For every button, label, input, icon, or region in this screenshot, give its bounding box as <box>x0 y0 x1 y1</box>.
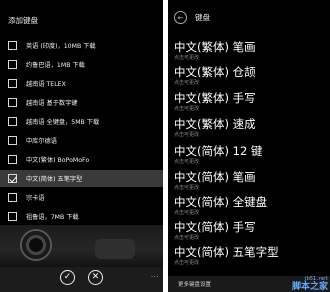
keyboard-subtitle: 点击可更改 <box>174 235 200 241</box>
keyboard-name: 中文(简体) 全键盘 <box>174 195 268 209</box>
keyboards-screen: ← 键盘 中文(繁体) 笔画 点击可更改 中文(繁体) 仓颉 点击可更改 中文(… <box>168 0 330 292</box>
checkmark-icon: ✓ <box>63 272 72 282</box>
checkbox[interactable] <box>8 60 17 69</box>
keyboard-option-label: 约鲁巴语，1MB 下载 <box>26 62 85 69</box>
checkbox[interactable] <box>8 41 17 50</box>
keyboard-list-item[interactable]: 中文(简体) 笔画 点击可更改 <box>174 170 324 192</box>
keyboard-list-item[interactable]: 中文(简体) 五笔字型 点击可更改 <box>174 245 324 267</box>
keyboard-list-item[interactable]: 中文(简体) 12 键 点击可更改 <box>174 144 324 166</box>
keyboard-name: 中文(简体) 12 键 <box>174 144 263 158</box>
camera-lens-image <box>20 229 52 261</box>
checkbox[interactable] <box>8 98 17 107</box>
keyboard-subtitle: 点击可更改 <box>174 55 200 61</box>
more-keyboard-settings-link[interactable]: 更多键盘设置 <box>178 280 211 288</box>
header: ← 键盘 <box>168 10 330 28</box>
keyboard-name: 中文(简体) 五笔字型 <box>174 245 279 259</box>
keyboard-option[interactable]: 越南语 全键盘，5MB 下载 <box>0 113 163 130</box>
keyboard-option-label: 英语 (印度)，10MB 下载 <box>26 43 96 50</box>
add-keyboard-screen: 添加键盘 英语 (印度)，10MB 下载 约鲁巴语，1MB 下载 越南语 TEL… <box>0 0 163 292</box>
keyboard-name: 中文(繁体) 速成 <box>174 117 256 131</box>
keyboard-subtitle: 点击可更改 <box>174 80 200 86</box>
keyboard-option-selected[interactable]: 中文(简体) 五笔字型 <box>0 170 163 187</box>
keyboard-option-label: 越南语 基于数字键 <box>26 100 78 107</box>
keyboard-name: 中文(简体) 手写 <box>174 220 256 234</box>
keyboard-option-label: 宗卡语 <box>26 195 45 202</box>
checkbox[interactable] <box>8 136 17 145</box>
camera-body-image <box>95 239 135 259</box>
keyboard-subtitle: 点击可更改 <box>174 185 200 191</box>
checkbox[interactable] <box>8 117 17 126</box>
keyboard-subtitle: 点击可更改 <box>174 106 200 112</box>
keyboard-option[interactable]: 中文(繁体) BoPoMoFo <box>0 151 163 168</box>
keyboard-name: 中文(繁体) 笔画 <box>174 40 256 54</box>
checkbox[interactable] <box>8 212 17 221</box>
keyboard-option[interactable]: 越南语 基于数字键 <box>0 94 163 111</box>
keyboard-list-item[interactable]: 中文(繁体) 笔画 点击可更改 <box>174 40 324 62</box>
watermark: jb51.net 脚本之家 <box>292 276 328 292</box>
keyboard-option-label: 中文(繁体) BoPoMoFo <box>26 157 90 164</box>
keyboard-list-item[interactable]: 中文(简体) 全键盘 点击可更改 <box>174 195 324 217</box>
background-photo <box>0 225 163 267</box>
keyboard-subtitle: 点击可更改 <box>174 210 200 216</box>
keyboard-option[interactable]: 祖鲁语，7MB 下载 <box>0 208 163 225</box>
keyboard-subtitle: 点击可更改 <box>174 132 200 138</box>
keyboard-list-item[interactable]: 中文(繁体) 手写 点击可更改 <box>174 91 324 113</box>
keyboard-option[interactable]: 约鲁巴语，1MB 下载 <box>0 56 163 73</box>
back-button[interactable]: ← <box>174 11 187 24</box>
page-title: 添加键盘 <box>8 16 38 25</box>
keyboard-name: 中文(简体) 笔画 <box>174 170 256 184</box>
checkbox[interactable] <box>8 79 17 88</box>
watermark-name: 脚本之家 <box>291 282 328 292</box>
page-title: 键盘 <box>195 13 210 22</box>
checkbox[interactable] <box>8 193 17 202</box>
keyboard-name: 中文(繁体) 仓颉 <box>174 65 256 79</box>
keyboard-subtitle: 点击可更改 <box>174 260 200 266</box>
keyboard-list-item[interactable]: 中文(简体) 手写 点击可更改 <box>174 220 324 242</box>
keyboard-name: 中文(繁体) 手写 <box>174 91 256 105</box>
checkbox[interactable] <box>8 155 17 164</box>
keyboard-option-label: 中库尔德语 <box>26 138 57 145</box>
close-icon: ✕ <box>91 272 100 282</box>
app-bar: ✓ ✕ ... <box>0 267 163 292</box>
keyboard-option-label: 中文(简体) 五笔字型 <box>26 176 83 183</box>
keyboard-option[interactable]: 英语 (印度)，10MB 下载 <box>0 37 163 54</box>
more-options-icon[interactable]: ... <box>151 271 159 279</box>
keyboard-list-item[interactable]: 中文(繁体) 速成 点击可更改 <box>174 117 324 139</box>
keyboard-option[interactable]: 宗卡语 <box>0 189 163 206</box>
keyboard-option-label: 越南语 TELEX <box>26 81 66 88</box>
keyboard-option[interactable]: 越南语 TELEX <box>0 75 163 92</box>
keyboard-option-label: 越南语 全键盘，5MB 下载 <box>26 119 100 126</box>
keyboard-list-item[interactable]: 中文(繁体) 仓颉 点击可更改 <box>174 65 324 87</box>
checkbox-checked[interactable] <box>8 174 17 183</box>
keyboard-option-label: 祖鲁语，7MB 下载 <box>26 214 79 221</box>
back-arrow-icon: ← <box>177 13 184 22</box>
keyboard-subtitle: 点击可更改 <box>174 159 200 165</box>
done-button[interactable]: ✓ <box>60 270 75 285</box>
cancel-button[interactable]: ✕ <box>88 270 103 285</box>
keyboard-option[interactable]: 中库尔德语 <box>0 132 163 149</box>
